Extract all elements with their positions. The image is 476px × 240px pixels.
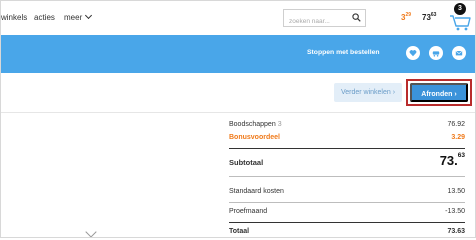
action-row: Verder winkelen › Afronden › [1, 73, 475, 113]
summary-label: Boodschappen 3 [229, 121, 282, 128]
header-bonus-cents: 29 [405, 12, 412, 18]
top-navigation: winkels acties meer 329 7363 3 [1, 1, 475, 35]
favorites-button[interactable] [406, 46, 420, 60]
search-input[interactable] [284, 13, 352, 30]
subtotaal-label: Subtotaal [229, 158, 264, 167]
search-box [283, 9, 366, 30]
header-bonus-amount[interactable]: 329 [401, 12, 412, 22]
standaard-value: 13.50 [447, 188, 465, 195]
mail-icon [455, 50, 463, 56]
header-total-cents: 63 [430, 12, 437, 18]
nav-link-meer[interactable]: meer [64, 11, 93, 22]
boodschappen-label: Boodschappen [229, 121, 276, 128]
nav-link-winkels[interactable]: winkels [1, 13, 27, 22]
subtotaal-main: 73. [439, 153, 458, 168]
item-count: 3 [277, 121, 282, 128]
summary-row-standaard: Standaard kosten 13.50 [229, 186, 465, 199]
checkout-button[interactable]: Afronden › [410, 83, 468, 102]
summary-row-bonus: Bonusvoordeel 3.29 [229, 132, 465, 145]
checkout-page: winkels acties meer 329 7363 3 Stoppen m… [0, 0, 476, 238]
order-summary: Boodschappen 3 76.92 Bonusvoordeel 3.29 S… [229, 119, 465, 237]
heart-icon [409, 50, 417, 57]
search-icon[interactable] [352, 13, 361, 22]
header-total-amount[interactable]: 7363 [422, 12, 437, 22]
subtotaal-cents: 63 [457, 152, 465, 159]
summary-row-subtotaal: Subtotaal 73.63 [229, 152, 465, 173]
proefmaand-value: -13.50 [445, 208, 465, 215]
mail-button[interactable] [452, 46, 466, 60]
nav-link-acties[interactable]: acties [34, 13, 55, 22]
stop-ordering-link[interactable]: Stoppen met bestellen [307, 49, 380, 56]
cart-swap-button[interactable] [429, 46, 443, 60]
divider [229, 176, 465, 177]
checkout-banner: Stoppen met bestellen [1, 35, 475, 73]
cart-swap-icon [432, 51, 440, 57]
header-total-main: 73 [422, 13, 431, 22]
divider [229, 202, 465, 203]
boodschappen-value: 76.92 [447, 121, 465, 128]
cart-count-badge: 3 [454, 3, 466, 15]
standaard-label: Standaard kosten [229, 188, 284, 195]
subtotaal-value: 73.63 [439, 152, 465, 168]
continue-shopping-label: Verder winkelen [340, 89, 391, 96]
nav-link-meer-label: meer [64, 13, 83, 22]
chevron-down-icon [85, 11, 93, 20]
bonus-value: 3.29 [451, 134, 465, 141]
summary-row-boodschappen: Boodschappen 3 76.92 [229, 119, 465, 132]
continue-shopping-button[interactable]: Verder winkelen › [334, 83, 402, 102]
proefmaand-label: Proefmaand [229, 208, 268, 215]
divider [229, 148, 465, 149]
divider [229, 222, 465, 223]
summary-row-proefmaand: Proefmaand -13.50 [229, 206, 465, 219]
chevron-down-icon [85, 226, 97, 237]
checkout-label: Afronden [421, 91, 453, 98]
bonus-label: Bonusvoordeel [229, 134, 280, 141]
scroll-hint [1, 226, 475, 237]
